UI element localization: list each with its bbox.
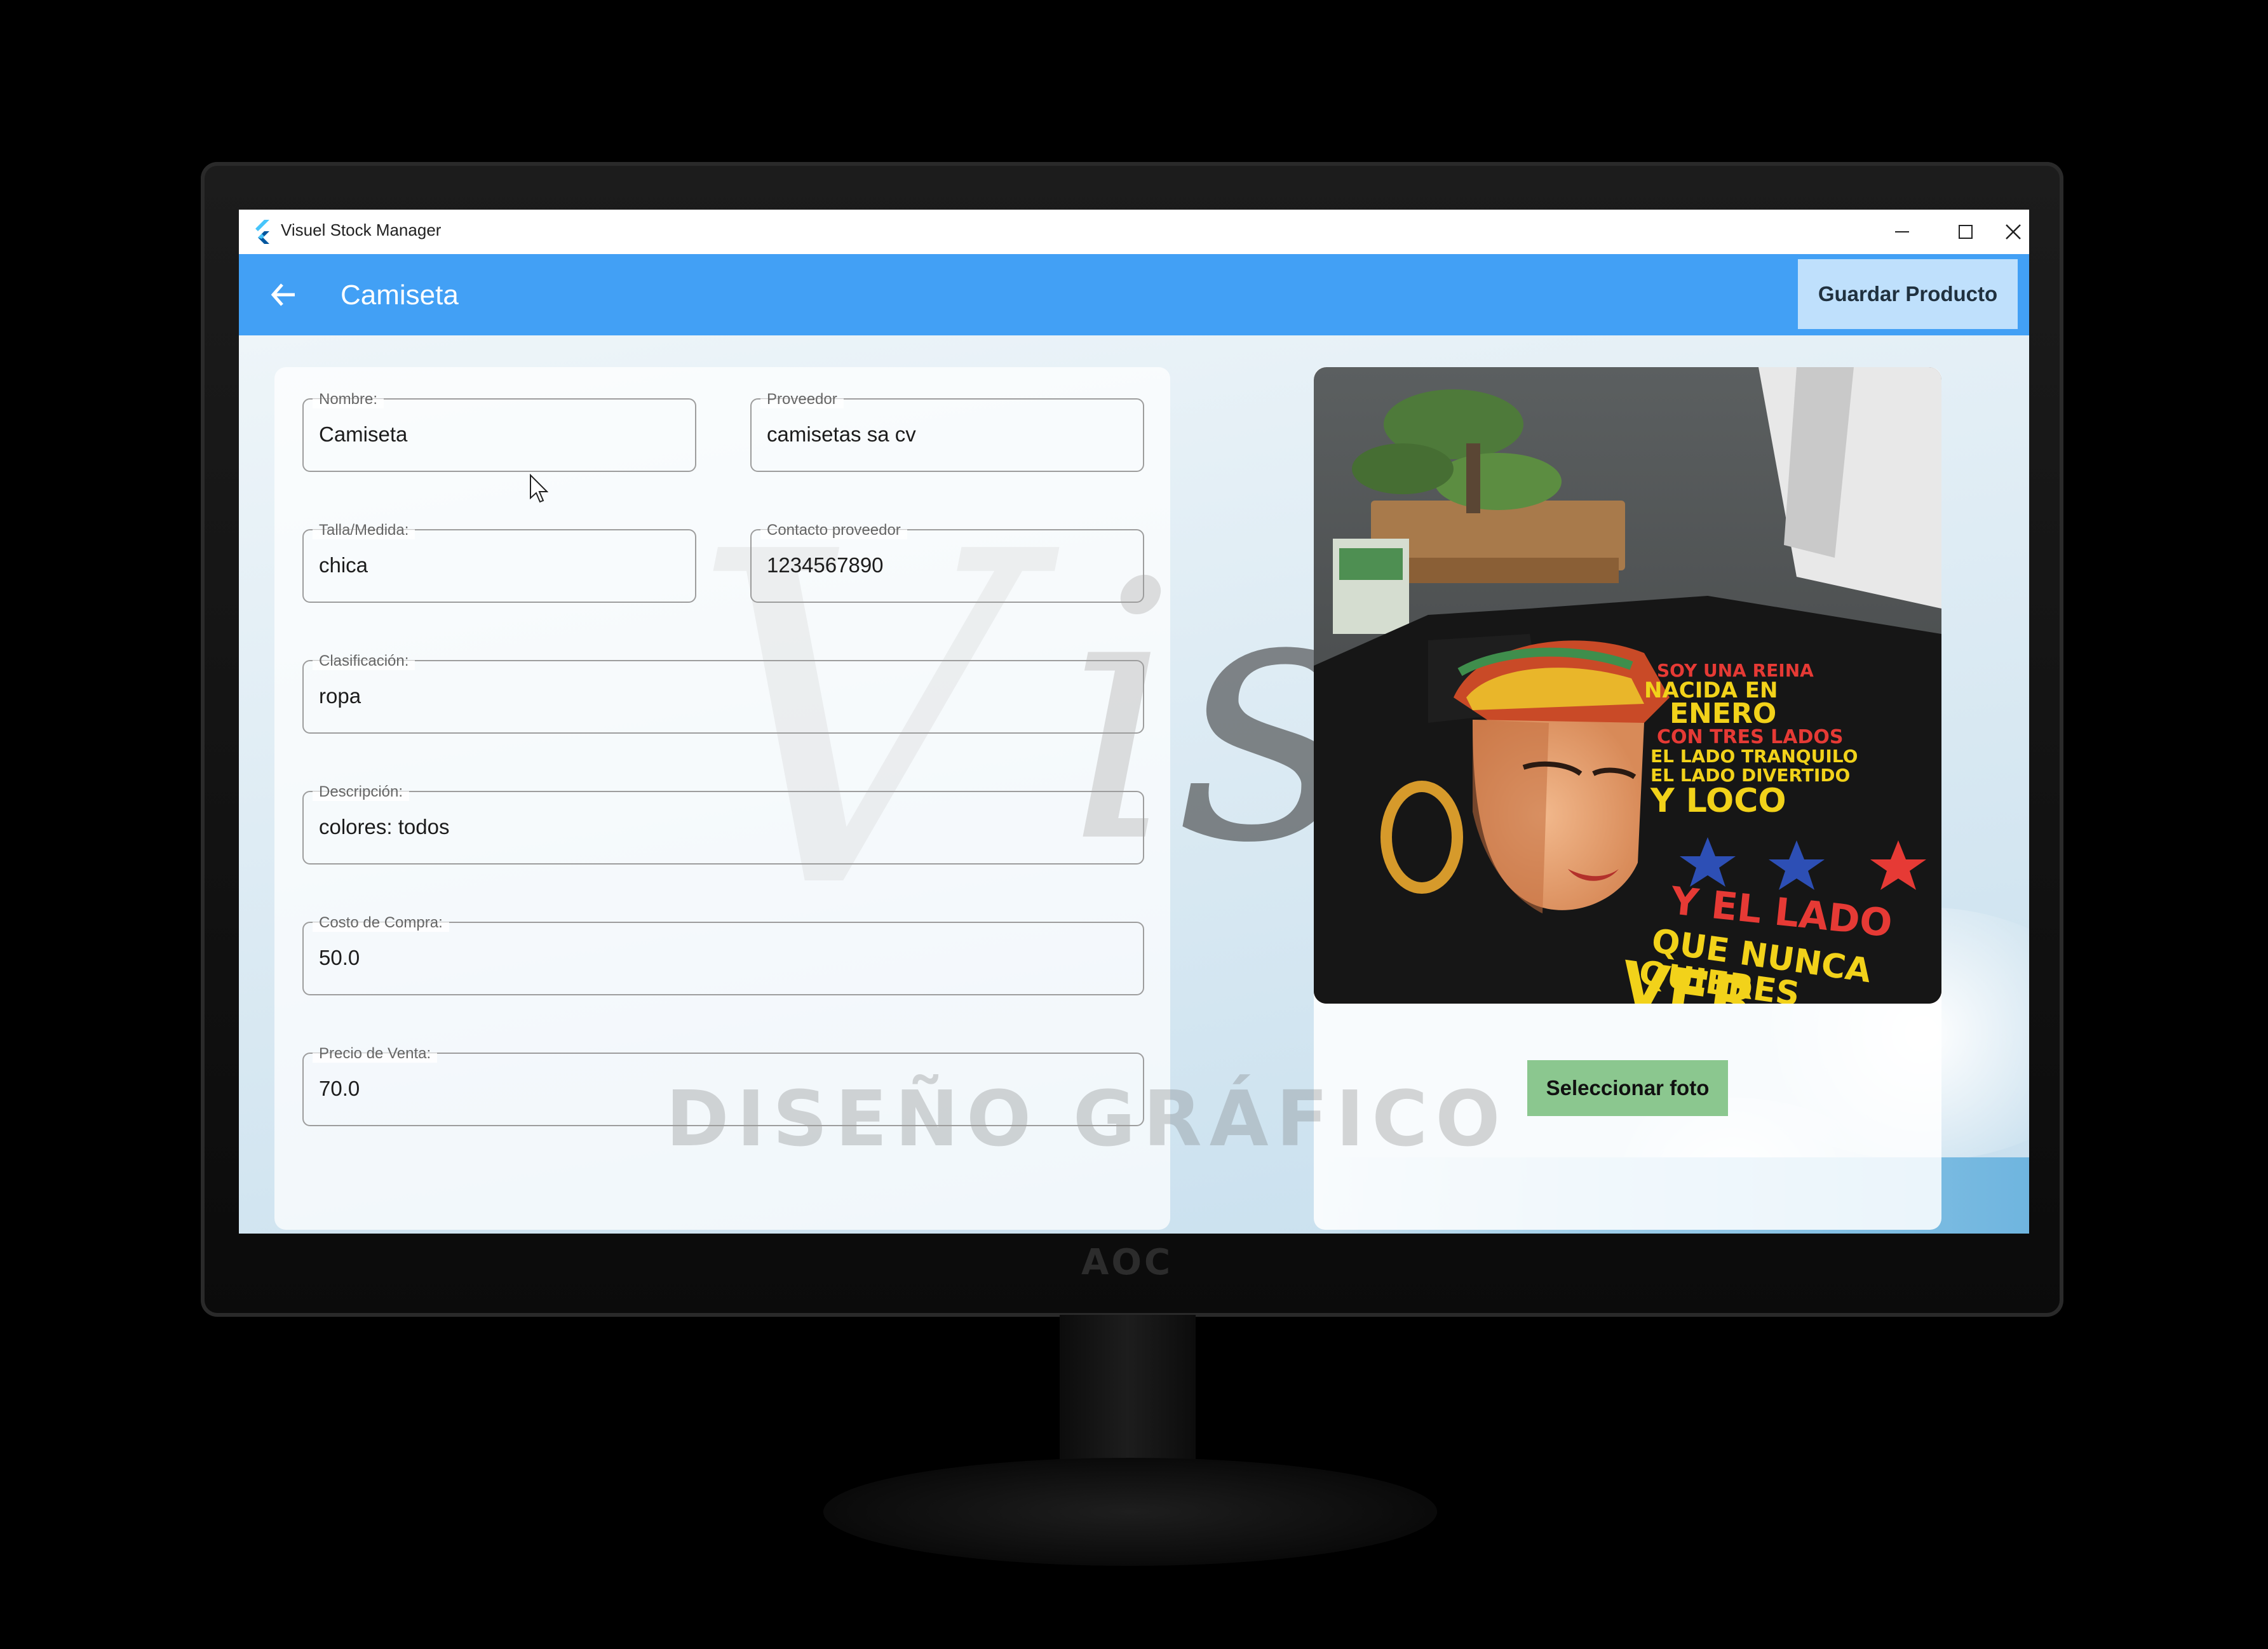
close-icon [2006,224,2021,239]
supplier-field-value: camisetas sa cv [767,422,916,446]
classification-field-value: ropa [319,684,361,708]
monitor-base [823,1458,1437,1566]
arrow-back-icon [271,283,295,306]
app-window: Visuel Stock Manager Camiseta Guardar Pr… [239,210,2029,1234]
supplier-contact-field-label: Contacto proveedor [760,522,907,539]
purchase-cost-field[interactable]: Costo de Compra: 50.0 [302,914,1144,995]
sale-price-field[interactable]: Precio de Venta: 70.0 [302,1045,1144,1126]
shirt-text-line: ENERO [1670,697,1776,730]
purchase-cost-field-label: Costo de Compra: [313,914,449,932]
purchase-cost-field-value: 50.0 [319,946,360,969]
mouse-cursor-icon [530,474,548,503]
size-field-value: chica [319,553,368,577]
supplier-field[interactable]: Proveedor camisetas sa cv [750,391,1144,472]
supplier-field-label: Proveedor [760,391,844,408]
monitor-brand-logo: AOC [1081,1242,1173,1283]
description-field-value: colores: todos [319,815,450,838]
content-background: V isu DISEÑO GRÁFICO Nombre: Camiseta Pr… [239,335,2029,1234]
supplier-contact-field-value: 1234567890 [767,553,884,577]
description-field-label: Descripción: [313,783,410,801]
app-bar: Camiseta Guardar Producto [239,254,2029,335]
shirt-text-line: EL LADO TRANQUILO [1650,746,1858,767]
window-titlebar: Visuel Stock Manager [239,210,2029,254]
size-field[interactable]: Talla/Medida: chica [302,522,696,603]
sale-price-field-value: 70.0 [319,1077,360,1100]
supplier-contact-field[interactable]: Contacto proveedor 1234567890 [750,522,1144,603]
classification-field-label: Clasificación: [313,652,415,670]
save-product-button[interactable]: Guardar Producto [1798,259,2018,329]
select-photo-button[interactable]: Seleccionar foto [1527,1060,1728,1116]
name-field-label: Nombre: [313,391,384,408]
window-title: Visuel Stock Manager [281,220,442,239]
shirt-text-line: CON TRES LADOS [1657,726,1844,748]
classification-field[interactable]: Clasificación: ropa [302,652,1144,734]
product-photo: SOY UNA REINA NACIDA EN ENERO CON TRES L… [1314,367,1941,1004]
close-button[interactable] [1997,210,2029,254]
shirt-text-line: Y LOCO [1650,782,1786,820]
maximize-button[interactable] [1934,210,1997,254]
minimize-icon [1895,231,1909,232]
tshirt-photo-graphic: SOY UNA REINA NACIDA EN ENERO CON TRES L… [1314,367,1941,1004]
size-field-label: Talla/Medida: [313,522,415,539]
minimize-button[interactable] [1870,210,1934,254]
description-field[interactable]: Descripción: colores: todos [302,783,1144,865]
maximize-icon [1959,225,1973,239]
flutter-app-icon [255,220,269,244]
name-field[interactable]: Nombre: Camiseta [302,391,696,472]
sale-price-field-label: Precio de Venta: [313,1045,438,1063]
back-button[interactable] [258,272,309,318]
name-field-value: Camiseta [319,422,408,446]
page-title: Camiseta [341,279,459,311]
